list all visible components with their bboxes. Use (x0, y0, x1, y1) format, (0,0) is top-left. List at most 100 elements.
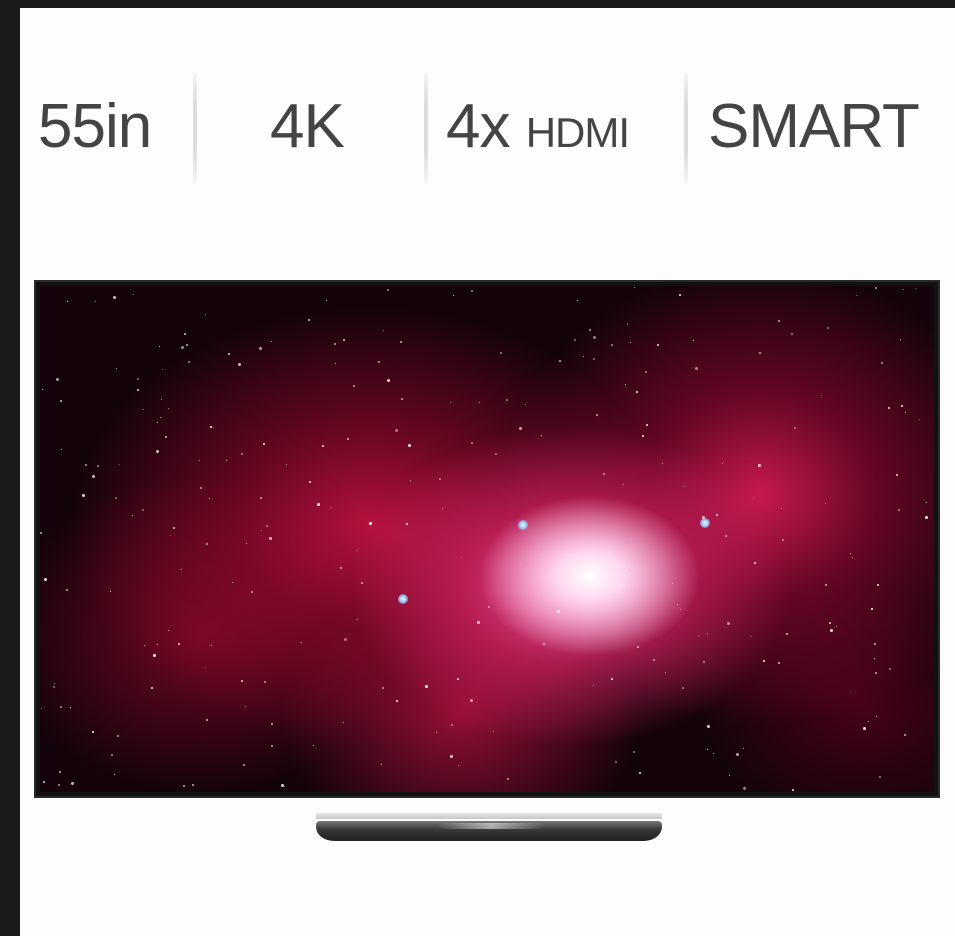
star (382, 687, 384, 689)
star (186, 344, 188, 346)
star (713, 753, 714, 754)
star (165, 436, 167, 438)
star (116, 368, 117, 369)
star (151, 687, 153, 689)
star (334, 343, 336, 345)
star (269, 537, 272, 540)
star (353, 385, 355, 387)
star (904, 734, 906, 736)
star (117, 735, 119, 737)
star (506, 399, 508, 401)
star (695, 367, 698, 370)
star (871, 608, 873, 610)
star (662, 463, 663, 464)
star (115, 497, 117, 499)
spec-resolution: 4K (270, 96, 345, 158)
star (888, 407, 890, 409)
star (170, 535, 171, 536)
star (559, 360, 561, 362)
star (317, 503, 320, 506)
star (896, 474, 898, 476)
star (330, 507, 331, 508)
star (707, 633, 708, 634)
star (387, 379, 390, 382)
star (357, 550, 358, 551)
star (703, 661, 705, 663)
star (919, 419, 920, 420)
star (541, 435, 542, 436)
star (82, 494, 85, 497)
star (401, 398, 403, 400)
star (470, 699, 473, 702)
star (357, 619, 358, 620)
star (450, 402, 451, 403)
star (61, 449, 62, 450)
star (263, 443, 265, 445)
star (672, 583, 673, 584)
star (271, 745, 273, 747)
star (856, 295, 857, 296)
star (850, 553, 851, 554)
star (266, 525, 268, 527)
star (156, 450, 159, 453)
spec-screen-size-label: 55in (38, 92, 152, 161)
star (898, 509, 900, 511)
star (59, 771, 61, 773)
star (633, 751, 635, 753)
spec-smart-label: SMART (708, 92, 920, 161)
star (868, 721, 869, 722)
star (369, 522, 372, 525)
star (159, 346, 160, 347)
star (593, 358, 595, 360)
star (260, 497, 262, 499)
star (383, 330, 384, 331)
spec-bar: 55in 4K 4x HDMI SMART (20, 66, 955, 186)
star (639, 772, 641, 774)
star (583, 356, 584, 357)
star (589, 559, 590, 560)
star (284, 786, 285, 787)
star (213, 427, 214, 428)
star (836, 626, 837, 627)
star (326, 300, 327, 301)
star (281, 784, 284, 787)
star (825, 503, 826, 504)
star (58, 784, 60, 786)
star (286, 464, 287, 465)
star (398, 594, 408, 604)
star (241, 453, 243, 455)
star (665, 672, 666, 673)
star (637, 646, 639, 648)
star (347, 438, 349, 440)
star (682, 687, 684, 689)
star (160, 417, 161, 418)
star (206, 543, 208, 545)
spec-hdmi-count: 4x (446, 92, 510, 161)
star (631, 538, 632, 539)
star (178, 643, 180, 645)
star (874, 643, 876, 645)
spec-resolution-label: 4K (270, 92, 345, 161)
star (95, 301, 96, 302)
star (471, 290, 473, 292)
star (209, 498, 210, 499)
star (829, 622, 831, 624)
star (716, 514, 718, 516)
star (889, 668, 891, 670)
star (500, 352, 502, 354)
star (794, 427, 796, 429)
star (137, 389, 139, 391)
star (396, 700, 398, 702)
star (657, 344, 659, 346)
star (143, 409, 144, 410)
star (493, 731, 494, 732)
star (488, 606, 490, 608)
star (461, 557, 462, 558)
star (340, 567, 342, 569)
star (552, 584, 553, 585)
star (142, 509, 144, 511)
star (736, 753, 739, 756)
star (759, 352, 761, 354)
star (589, 329, 591, 331)
star (557, 610, 560, 613)
